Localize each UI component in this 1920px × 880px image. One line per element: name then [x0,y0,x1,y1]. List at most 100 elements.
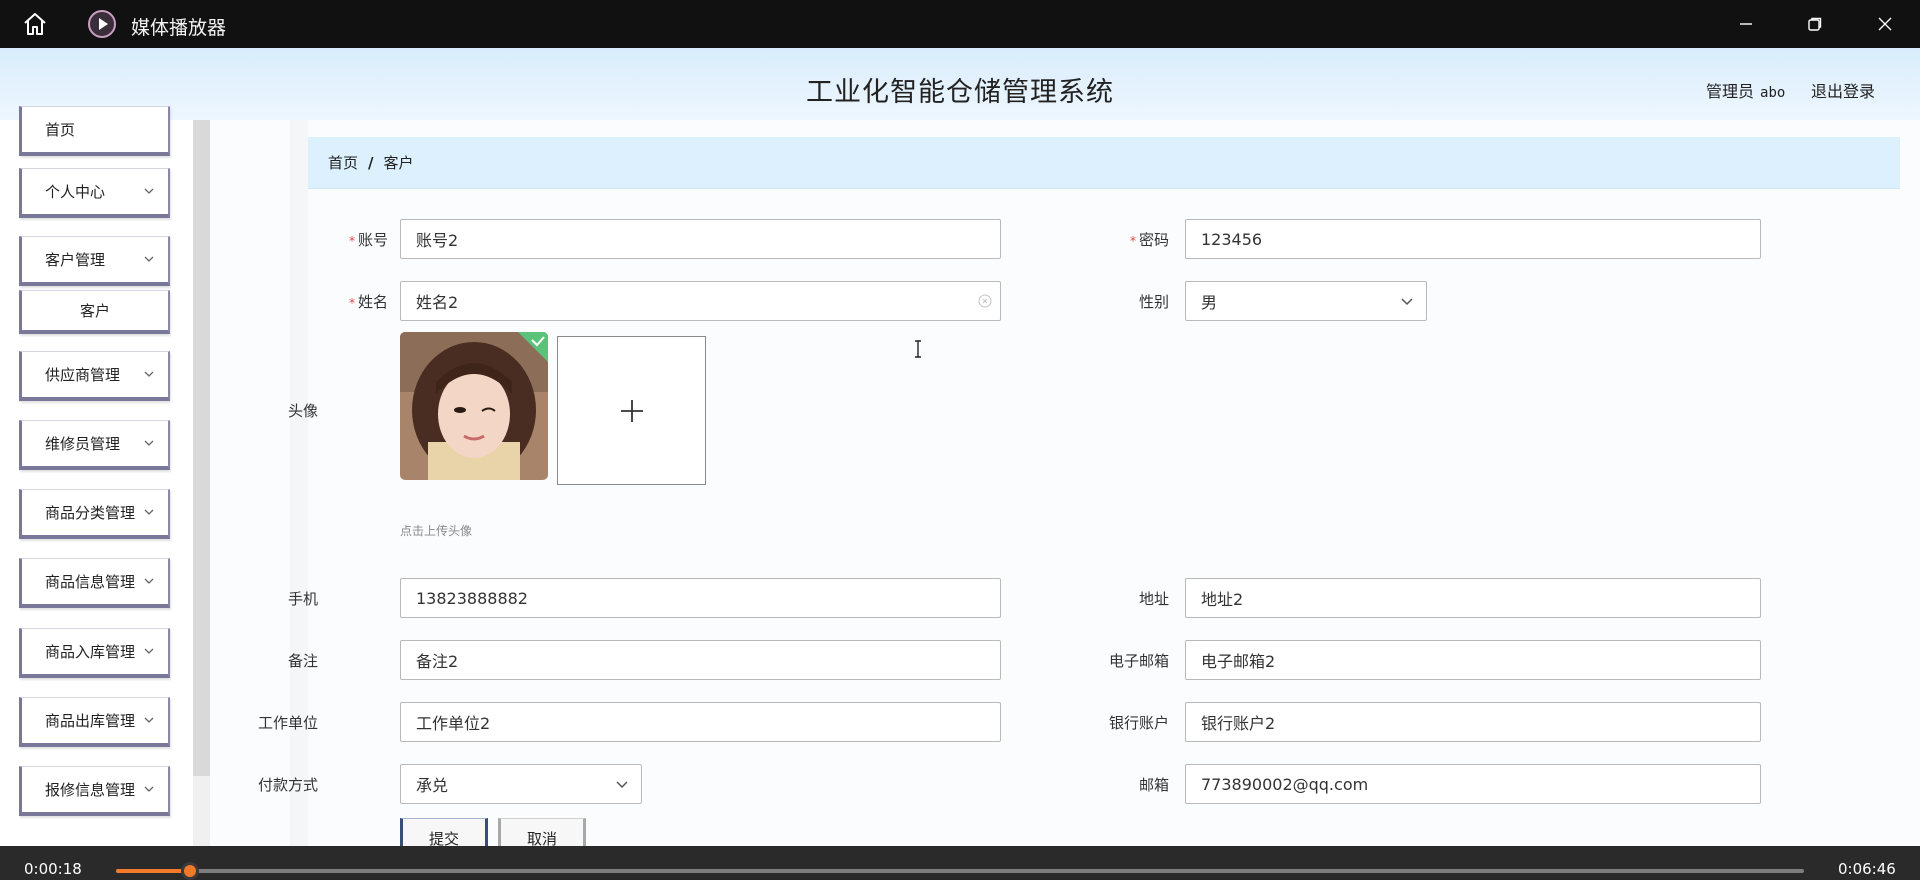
sidebar-item[interactable]: 商品信息管理 [19,558,170,608]
employer-label: 工作单位 [257,714,318,732]
chevron-down-icon [1401,298,1413,306]
clear-icon[interactable] [978,294,992,308]
sidebar-item-label: 客户管理 [45,251,106,269]
restore-button[interactable] [1786,0,1844,48]
bank-account-input[interactable]: 银行账户2 [1185,702,1761,742]
account-label: * 账号 [348,231,388,249]
chevron-down-icon [144,648,154,654]
name-label: * 姓名 [348,293,388,311]
sidebar-item[interactable]: 客户 [19,290,170,334]
chevron-down-icon [144,509,154,515]
current-time: 0:00:18 [24,860,82,878]
restore-icon [1808,17,1822,31]
close-icon [1878,17,1892,31]
required-mark: * [1129,234,1136,248]
payment-label: 付款方式 [257,776,318,794]
chevron-down-icon [144,188,154,194]
required-mark: * [348,296,355,310]
sidebar-item-label: 商品分类管理 [45,504,136,522]
sidebar-item[interactable]: 个人中心 [19,168,170,218]
text-cursor-icon [915,340,921,358]
sidebar-item-label: 个人中心 [45,183,106,201]
seek-bar-thumb[interactable] [181,862,200,880]
chevron-down-icon [144,578,154,584]
home-icon[interactable] [22,11,48,37]
sidebar-item[interactable]: 维修员管理 [19,420,170,470]
name-input-value: 姓名2 [416,293,459,312]
sidebar-item-label: 商品信息管理 [45,573,136,591]
email-input[interactable]: 电子邮箱2 [1185,640,1761,680]
cancel-button[interactable]: 取消 [498,818,586,846]
upload-tip: 点击上传头像 [400,524,473,538]
email-label: 电子邮箱 [1108,652,1169,670]
sidebar-item-label: 商品入库管理 [45,643,136,661]
account-input[interactable]: 账号2 [400,219,1001,259]
payment-select[interactable]: 承兑 [400,764,642,804]
gender-select[interactable]: 男 [1185,281,1427,321]
breadcrumb-home[interactable]: 首页 [328,152,358,173]
chevron-down-icon [144,256,154,262]
employer-input[interactable]: 工作单位2 [400,702,1001,742]
sidebar-item[interactable]: 供应商管理 [19,351,170,401]
playback-controls: 0:00:18 0:06:46 [0,846,1920,880]
player-title: 媒体播放器 [131,17,227,39]
sidebar-item-label: 首页 [45,121,76,139]
chevron-down-icon [144,717,154,723]
address-label: 地址 [1138,590,1169,608]
remark-input[interactable]: 备注2 [400,640,1001,680]
video-frame: 工业化智能仓储管理系统 管理员 abo 退出登录 首页 个人中心 客户管理 客户 供应商管… [0,48,1920,846]
sidebar-item[interactable]: 商品出库管理 [19,697,170,747]
avatar-label: 头像 [287,402,318,420]
avatar-image[interactable] [400,332,548,480]
chevron-down-icon [144,440,154,446]
close-button[interactable] [1856,0,1914,48]
sidebar-item[interactable]: 商品入库管理 [19,628,170,678]
seek-bar-progress [116,869,191,873]
password-label: * 密码 [1129,231,1169,249]
chevron-down-icon [144,371,154,377]
seek-bar[interactable] [116,862,1804,880]
minimize-button[interactable] [1717,0,1775,48]
plus-icon [620,399,643,422]
gender-label: 性别 [1138,293,1169,311]
chevron-down-icon [144,786,154,792]
breadcrumb-current: 客户 [383,154,414,172]
payment-select-value: 承兑 [416,776,449,795]
user-name: abo [1760,85,1786,101]
sidebar-item[interactable]: 商品分类管理 [19,489,170,539]
avatar-upload-box[interactable] [557,336,706,485]
address-input[interactable]: 地址2 [1185,578,1761,618]
logout-link[interactable]: 退出登录 [1811,78,1875,102]
sidebar-item-label: 商品出库管理 [45,712,136,730]
name-input[interactable]: 姓名2 [400,281,1001,321]
sidebar-item-label: 报修信息管理 [45,781,136,799]
main-content: 首页 / 客户 * 账号 账号2 * 密码 123456 * 姓名 姓名2 性别 男 … [210,120,1920,846]
user-role: 管理员 [1706,82,1755,101]
chevron-down-icon [616,781,628,789]
sidebar-item-label: 客户 [79,302,110,320]
app-header: 工业化智能仓储管理系统 管理员 abo 退出登录 [0,48,1920,120]
sidebar-item[interactable]: 首页 [19,106,170,156]
breadcrumb: 首页 / 客户 [308,137,1900,189]
phone-input[interactable]: 13823888882 [400,578,1001,618]
mailbox-label: 邮箱 [1138,776,1169,794]
minimize-icon [1740,23,1752,25]
sidebar-scrollbar-thumb[interactable] [193,120,210,776]
media-player-logo-icon [88,10,116,38]
system-title: 工业化智能仓储管理系统 [806,77,1114,108]
total-time: 0:06:46 [1838,860,1896,878]
required-mark: * [348,234,355,248]
player-title-bar: 媒体播放器 [0,0,1920,48]
sidebar-item[interactable]: 客户管理 [19,236,170,286]
remark-label: 备注 [287,652,318,670]
breadcrumb-separator: / [368,153,374,172]
current-user: 管理员 abo [1706,78,1785,102]
mailbox-input[interactable]: 773890002@qq.com [1185,764,1761,804]
phone-label: 手机 [287,590,318,608]
sidebar-item[interactable]: 报修信息管理 [19,766,170,816]
gender-select-value: 男 [1201,293,1218,312]
password-input[interactable]: 123456 [1185,219,1761,259]
submit-button[interactable]: 提交 [400,818,488,846]
sidebar-item-label: 供应商管理 [45,366,121,384]
bank-account-label: 银行账户 [1108,714,1169,732]
